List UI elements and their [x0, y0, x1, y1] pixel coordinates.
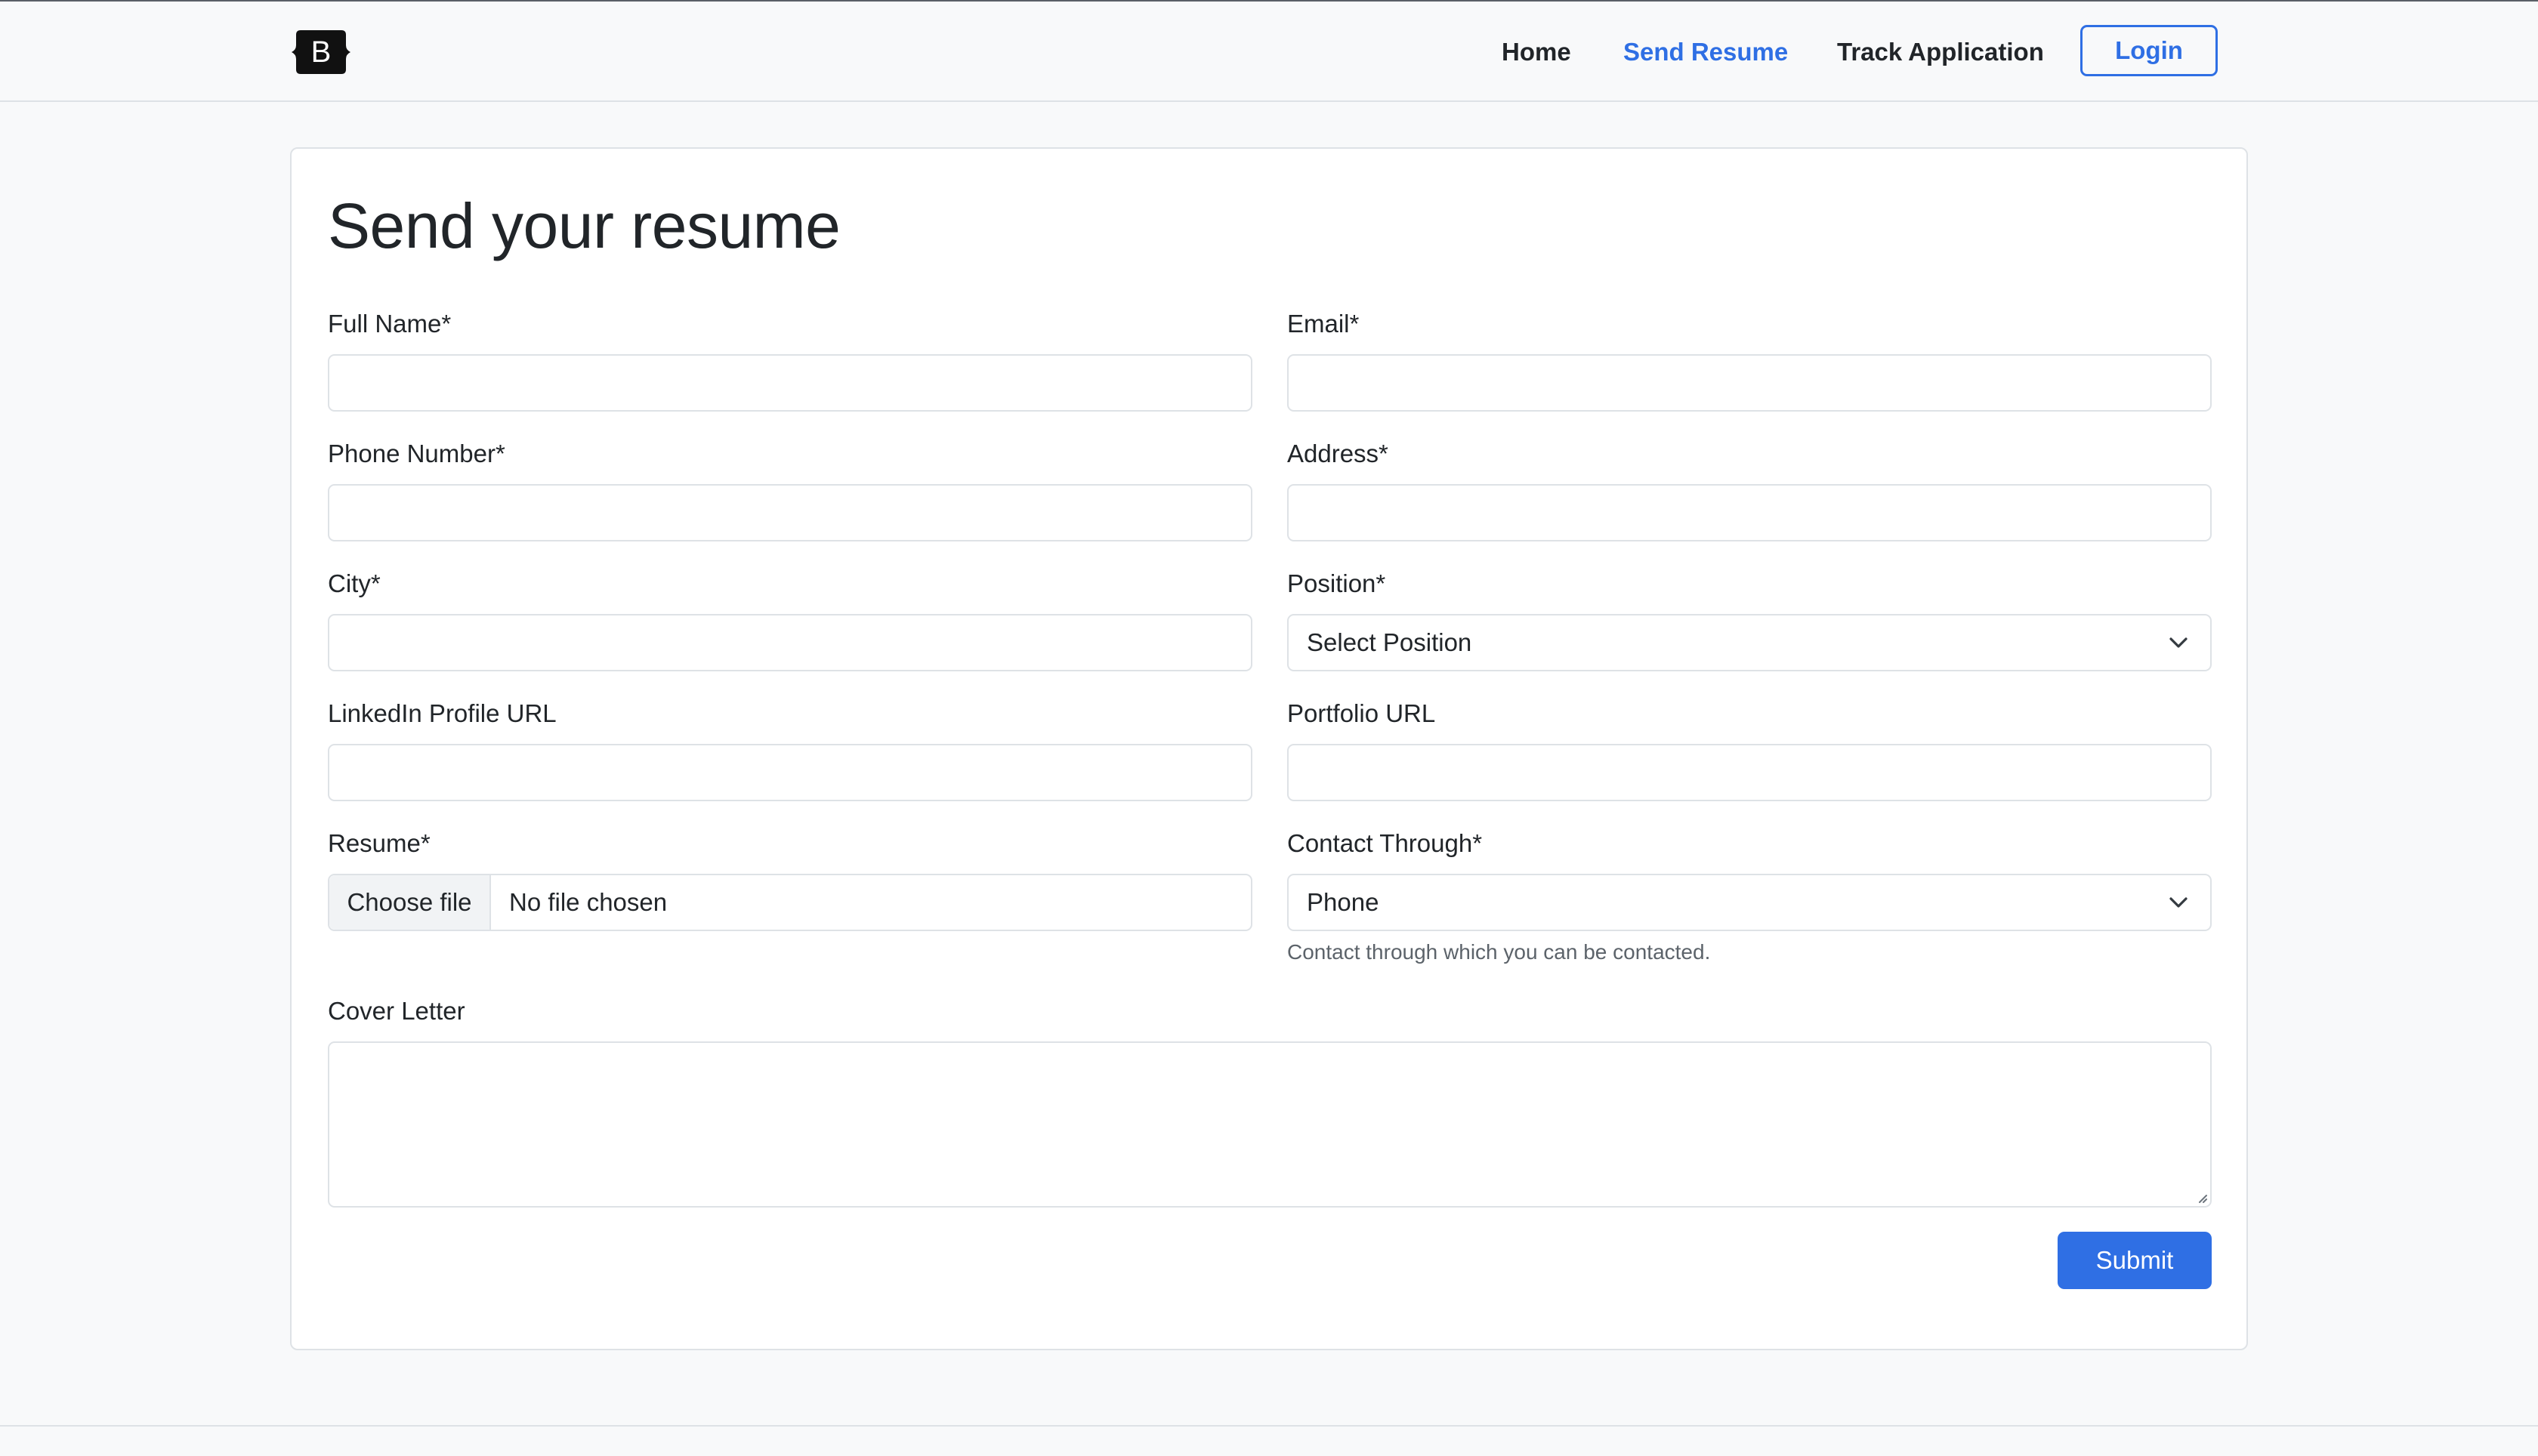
resume-label: Resume* [328, 829, 431, 857]
contact-through-label: Contact Through* [1287, 829, 1483, 857]
portfolio-label: Portfolio URL [1287, 699, 1436, 727]
file-status: No file chosen [509, 888, 668, 916]
submit-button[interactable]: Submit [2058, 1232, 2212, 1289]
nav-link-home[interactable]: Home [1502, 32, 1571, 72]
chevron-down-icon [2168, 634, 2189, 652]
portfolio-input[interactable] [1287, 744, 2212, 801]
full-name-input[interactable] [328, 354, 1252, 412]
resume-file-input[interactable]: Choose file No file chosen [328, 874, 1252, 931]
position-label: Position* [1287, 569, 1386, 597]
position-select[interactable]: Select Position [1287, 614, 2212, 671]
contact-through-select[interactable]: Phone [1287, 874, 2212, 931]
full-name-label: Full Name* [328, 310, 452, 338]
page-title: Send your resume [328, 190, 841, 261]
login-button[interactable]: Login [2080, 25, 2218, 76]
email-label: Email* [1287, 310, 1360, 338]
email-input[interactable] [1287, 354, 2212, 412]
nav-link-send-resume[interactable]: Send Resume [1623, 32, 1788, 72]
resize-grip-icon[interactable] [2195, 1191, 2207, 1203]
chevron-down-icon [2168, 893, 2189, 912]
footer-divider [0, 1425, 2538, 1427]
contact-through-selected-value: Phone [1307, 888, 1379, 916]
cover-letter-label: Cover Letter [328, 997, 465, 1025]
choose-file-button[interactable]: Choose file [329, 875, 491, 930]
navbar: B Home Send Resume Track Application Log… [0, 2, 2538, 102]
linkedin-label: LinkedIn Profile URL [328, 699, 557, 727]
linkedin-input[interactable] [328, 744, 1252, 801]
city-input[interactable] [328, 614, 1252, 671]
address-input[interactable] [1287, 484, 2212, 541]
resume-form-card: Send your resume Full Name* Email* Phone… [290, 147, 2248, 1350]
brand-letter: B [311, 35, 332, 69]
address-label: Address* [1287, 440, 1388, 467]
city-label: City* [328, 569, 381, 597]
phone-number-label: Phone Number* [328, 440, 505, 467]
position-selected-value: Select Position [1307, 628, 1472, 656]
bootstrap-logo-icon[interactable]: B [290, 27, 352, 77]
contact-through-help-text: Contact through which you can be contact… [1287, 940, 1711, 964]
phone-number-input[interactable] [328, 484, 1252, 541]
nav-link-track-application[interactable]: Track Application [1837, 32, 2044, 72]
cover-letter-textarea[interactable] [328, 1041, 2212, 1208]
